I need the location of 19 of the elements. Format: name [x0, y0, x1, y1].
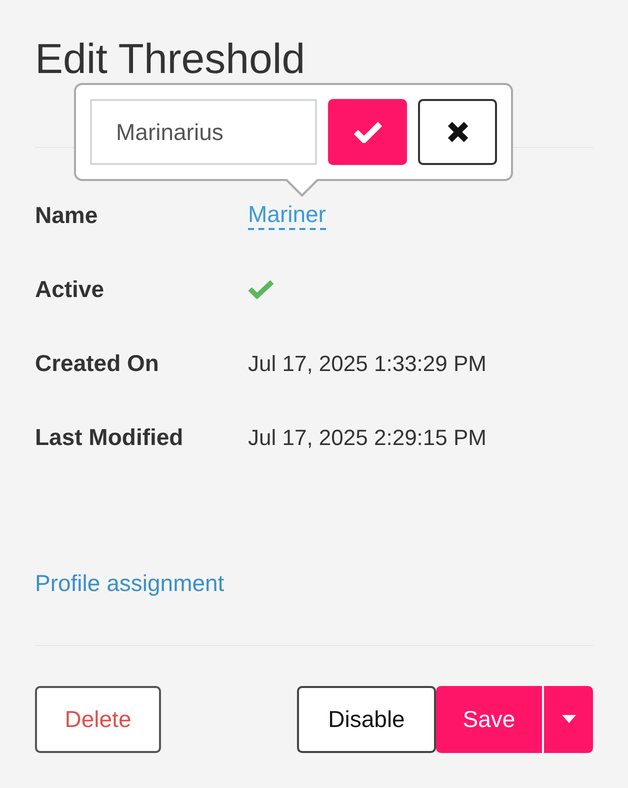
dropdown-button[interactable] — [542, 686, 593, 752]
checkmark-icon — [352, 121, 383, 143]
close-icon — [446, 121, 469, 143]
confirm-button[interactable] — [328, 99, 408, 165]
delete-button[interactable]: Delete — [35, 686, 161, 752]
page-title: Edit Threshold — [35, 37, 306, 81]
cancel-button[interactable] — [418, 99, 497, 165]
field-label: Name — [35, 200, 99, 230]
save-button[interactable]: Save — [436, 686, 542, 752]
name-input-field[interactable]: Marinarius — [90, 99, 317, 165]
disable-button[interactable]: Disable — [297, 686, 436, 752]
field-value: Jul 17, 2025 2:29:15 PM — [248, 424, 486, 452]
name-link[interactable]: Mariner — [248, 200, 326, 230]
field-label: Created On — [35, 348, 160, 378]
field-label: Last Modified — [35, 422, 184, 452]
field-label: Active — [35, 274, 106, 304]
profile-assignment-link[interactable]: Profile assignment — [35, 570, 224, 596]
caret-icon — [562, 715, 576, 723]
field-value: Jul 17, 2025 1:33:29 PM — [248, 350, 486, 378]
